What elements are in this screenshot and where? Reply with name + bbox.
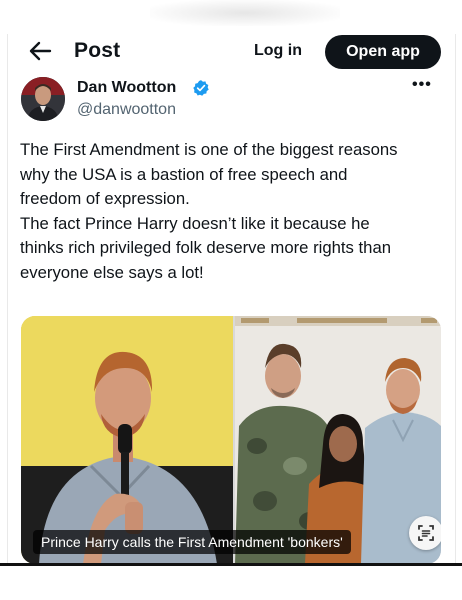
tweet-text-line: freedom of expression.	[20, 189, 190, 208]
tweet-text-line: The First Amendment is one of the bigges…	[20, 140, 398, 159]
text-scan-icon[interactable]	[409, 516, 441, 550]
open-app-button[interactable]: Open app	[325, 35, 441, 69]
media-caption: Prince Harry calls the First Amendment '…	[33, 530, 351, 554]
top-blur	[150, 0, 340, 26]
more-horizontal-icon[interactable]: •••	[412, 76, 432, 94]
frame-edge-left	[7, 34, 8, 564]
verified-badge-icon	[193, 80, 209, 96]
tweet-text-line: The fact Prince Harry doesn’t like it be…	[20, 213, 370, 233]
frame-edge-right	[455, 34, 456, 564]
author-handle[interactable]: @danwootton	[77, 101, 176, 119]
login-button[interactable]: Log in	[254, 42, 302, 60]
bottom-divider	[0, 563, 462, 566]
avatar[interactable]	[21, 77, 65, 121]
arrow-left-icon[interactable]	[28, 40, 52, 62]
tweet-text-line: everyone else says a lot!	[20, 262, 204, 282]
page-title: Post	[74, 39, 121, 62]
tweet-text-line: thinks rich privileged folk deserve more…	[20, 238, 392, 257]
tweet-text-line: why the USA is a bastion of free speech …	[20, 164, 348, 184]
tweet-text: The First Amendment is one of the bigges…	[20, 138, 440, 285]
top-header: Post Log in Open app	[0, 32, 462, 72]
media-photo-speaker	[21, 316, 233, 564]
media-card[interactable]: Prince Harry calls the First Amendment '…	[21, 316, 441, 564]
author-name[interactable]: Dan Wootton	[77, 79, 176, 97]
